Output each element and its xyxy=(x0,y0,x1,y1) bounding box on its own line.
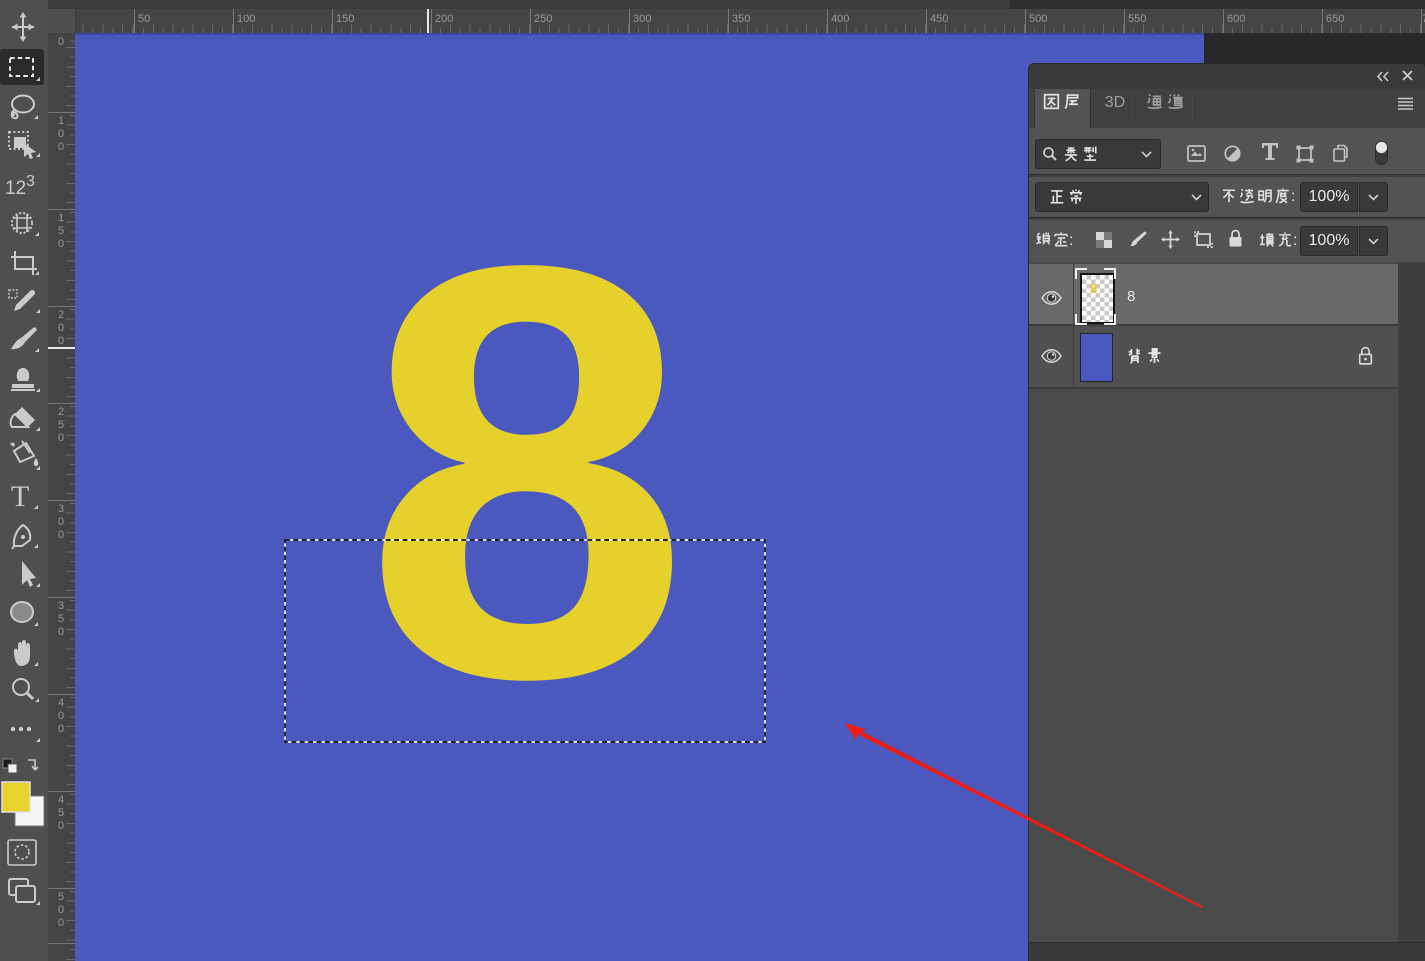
svg-text:3: 3 xyxy=(26,173,35,190)
svg-text:T: T xyxy=(11,480,29,513)
svg-text:12: 12 xyxy=(5,178,26,199)
